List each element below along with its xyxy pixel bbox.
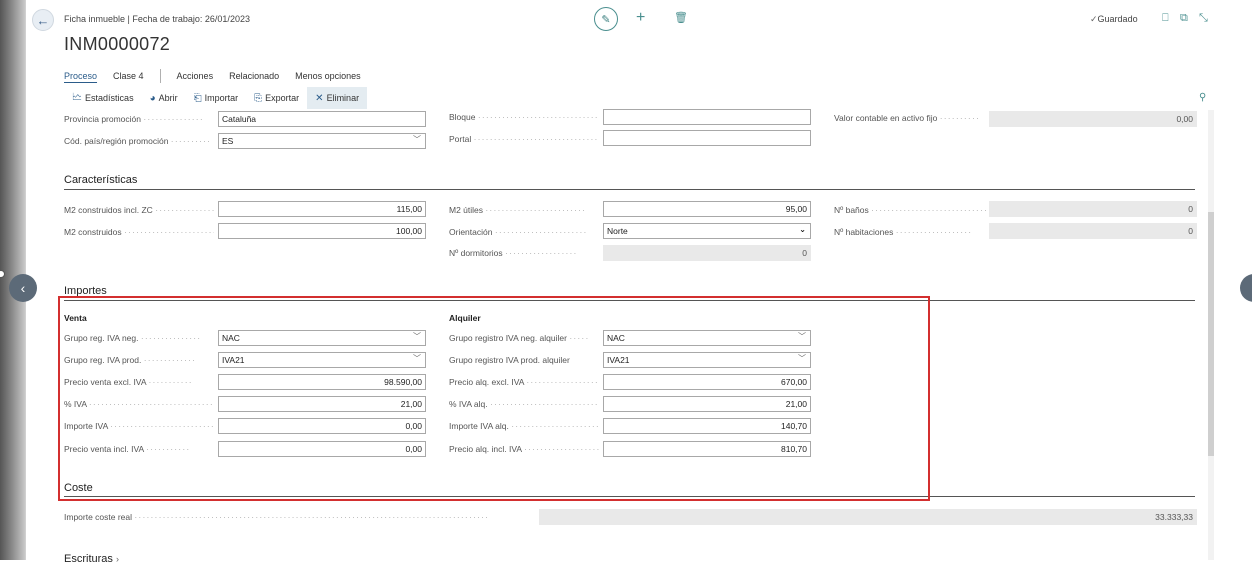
previous-record-button[interactable]: ‹ — [9, 274, 37, 302]
toolbar: 🗠 Estadísticas ◕ Abrir ⎗ Importar ⎘ Exportar… — [64, 87, 368, 109]
page-title: INM0000072 — [64, 34, 171, 54]
m2-utiles-label: M2 útiles ························· — [449, 205, 587, 215]
habitaciones-field: 0 — [989, 223, 1197, 239]
chart-doc-icon: 🗠 — [72, 91, 83, 103]
valor-contable-label: Valor contable en activo fijo ·········· — [834, 113, 981, 123]
banos-label: Nº baños ····························· — [834, 205, 986, 215]
action-tabs: Proceso Clase 4 Acciones Relacionado Men… — [64, 69, 377, 83]
plus-icon: + — [636, 9, 646, 26]
m2-construidos-field[interactable]: 100,00 — [218, 223, 426, 239]
saved-status: ✓Guardado — [1090, 14, 1138, 24]
portal-field[interactable] — [603, 130, 811, 146]
edit-button[interactable]: ✎ — [594, 7, 618, 31]
orientacion-label: Orientación ······················· — [449, 227, 588, 237]
bloque-label: Bloque ······························· — [449, 112, 599, 122]
new-button[interactable]: + — [636, 9, 645, 27]
chevron-down-icon: ⌄ — [799, 225, 806, 234]
pin-icon: ⚲ — [1199, 92, 1207, 103]
habitaciones-label: Nº habitaciones ··················· — [834, 227, 973, 237]
eliminar-button[interactable]: ✕ Eliminar — [307, 87, 368, 109]
tab-acciones[interactable]: Acciones — [177, 71, 214, 81]
bookmark-icon: ⎕ — [1162, 12, 1169, 24]
tab-clase[interactable]: Clase 4 — [113, 71, 144, 81]
open-new-window-icon: ⧉ — [1180, 12, 1188, 24]
pais-select[interactable]: ES ﹀ — [218, 133, 426, 149]
importe-coste-label: Importe coste real ·····················… — [64, 512, 490, 522]
provincia-label: Provincia promoción ··············· — [64, 114, 204, 124]
breadcrumb: Ficha inmueble | Fecha de trabajo: 26/01… — [64, 14, 250, 24]
dormitorios-label: Nº dormitorios ·················· — [449, 248, 578, 258]
open-icon: ◕ — [149, 92, 156, 104]
abrir-button[interactable]: ◕ Abrir — [142, 87, 186, 109]
collapse-button[interactable]: ⤡ — [1199, 12, 1208, 25]
export-icon: ⎘ — [254, 92, 263, 104]
check-icon: ✓ — [1090, 14, 1098, 24]
m2-zc-field[interactable]: 115,00 — [218, 201, 426, 217]
orientacion-select[interactable]: Norte ⌄ — [603, 223, 811, 239]
delete-button[interactable]: 🗑 — [674, 11, 688, 24]
open-new-window-button[interactable]: ⧉ — [1180, 12, 1188, 25]
close-icon: ✕ — [315, 92, 324, 104]
m2-utiles-field[interactable]: 95,00 — [603, 201, 811, 217]
portal-label: Portal ······························· — [449, 134, 599, 144]
m2-construidos-label: M2 construidos ······················· — [64, 227, 214, 237]
highlight-box — [58, 296, 930, 501]
tab-menos-opciones[interactable]: Menos opciones — [295, 71, 361, 81]
exportar-button[interactable]: ⎘ Exportar — [246, 87, 307, 109]
chevron-left-icon: ‹ — [20, 280, 26, 296]
importar-button[interactable]: ⎗ Importar — [186, 87, 247, 109]
section-caracteristicas[interactable]: Características — [64, 174, 137, 186]
section-divider — [64, 189, 1195, 190]
m2-zc-label: M2 construidos incl. ZC ················… — [64, 205, 214, 215]
banos-field: 0 — [989, 201, 1197, 217]
provincia-field[interactable]: Cataluña — [218, 111, 426, 127]
tab-proceso[interactable]: Proceso — [64, 71, 97, 81]
importe-coste-field: 33.333,33 — [539, 509, 1197, 525]
chevron-right-icon: › — [115, 554, 119, 564]
bookmark-button[interactable]: ⎕ — [1162, 12, 1169, 25]
scrollbar-thumb[interactable] — [1208, 212, 1214, 456]
import-icon: ⎗ — [193, 92, 202, 104]
pin-button[interactable]: ⚲ — [1199, 92, 1206, 103]
trash-icon: 🗑 — [674, 12, 688, 24]
dormitorios-field: 0 — [603, 245, 811, 261]
section-escrituras[interactable]: Escrituras › — [64, 553, 119, 565]
collapse-icon: ⤡ — [1199, 12, 1208, 24]
tabs-divider — [159, 69, 161, 83]
arrow-left-icon: ← — [36, 12, 50, 28]
pencil-icon: ✎ — [601, 13, 611, 26]
pais-label: Cód. país/región promoción ·········· — [64, 136, 212, 146]
tab-relacionado[interactable]: Relacionado — [229, 71, 279, 81]
estadisticas-button[interactable]: 🗠 Estadísticas — [64, 87, 142, 109]
chevron-down-icon: ﹀ — [413, 135, 421, 144]
back-button[interactable]: ← — [32, 9, 54, 31]
valor-contable-field: 0,00 — [989, 111, 1197, 127]
bloque-field[interactable] — [603, 109, 811, 125]
next-record-button[interactable] — [1240, 274, 1252, 302]
